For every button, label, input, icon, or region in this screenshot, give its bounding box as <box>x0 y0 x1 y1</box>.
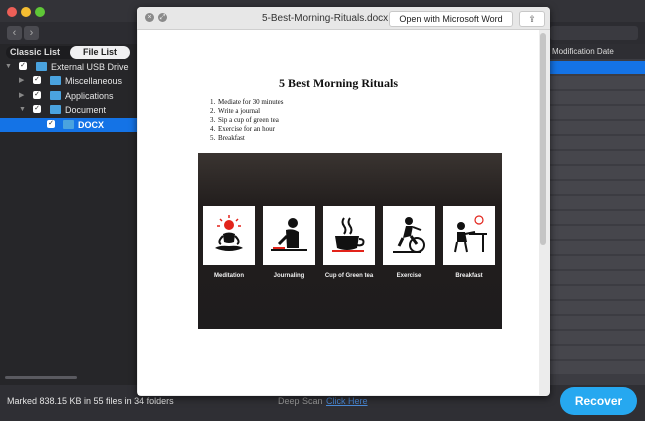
file-list-row[interactable] <box>549 166 645 179</box>
modification-date-column-header[interactable]: Modification Date <box>549 44 645 59</box>
tree-item-label: Miscellaneous <box>65 76 123 86</box>
tree-item-external-usb-drive[interactable]: ▼ ✓ External USB Drive <box>0 60 137 74</box>
rituals-banner-image: Meditation Journaling Cup of Green tea E… <box>198 153 502 329</box>
breakfast-card <box>443 206 495 265</box>
folder-icon <box>36 62 47 71</box>
file-list-row[interactable] <box>549 256 645 269</box>
forward-button[interactable]: › <box>24 26 39 40</box>
tree-item-label: DOCX <box>78 120 105 130</box>
file-list-row[interactable] <box>549 181 645 194</box>
view-mode-toggle: Classic List File List <box>6 46 130 59</box>
chevron-left-icon: ‹ <box>12 27 17 39</box>
exercise-bike-icon <box>393 217 425 253</box>
marked-status-text: Marked 838.15 KB in 55 files in 34 folde… <box>7 396 174 406</box>
card-label: Exercise <box>396 273 422 279</box>
sidebar-horizontal-scrollbar[interactable] <box>5 376 77 379</box>
tree-item-docx[interactable]: ✓ DOCX <box>0 118 137 132</box>
close-window-button[interactable] <box>7 7 17 17</box>
file-list-row[interactable] <box>549 286 645 299</box>
file-list-row[interactable] <box>549 91 645 104</box>
breakfast-icon <box>454 215 487 253</box>
quick-look-filename: 5-Best-Morning-Rituals.docx <box>262 13 389 24</box>
file-list-row-selected[interactable] <box>549 61 645 74</box>
journaling-icon <box>271 218 307 251</box>
disclosure-collapsed-icon[interactable]: ▶ <box>19 74 24 88</box>
file-list-row[interactable] <box>549 331 645 344</box>
tree-item-applications[interactable]: ▶ ✓ Applications <box>0 89 137 103</box>
tree-item-document[interactable]: ▼ ✓ Document <box>0 103 137 117</box>
quick-look-vertical-scrollbar[interactable] <box>540 33 546 245</box>
app-window: ‹ › Classic List File List ▼ ✓ External … <box>0 0 645 421</box>
file-list-row[interactable] <box>549 106 645 119</box>
quick-look-close-button[interactable]: × <box>145 13 154 22</box>
file-list-row[interactable] <box>549 241 645 254</box>
classic-list-tab[interactable]: Classic List <box>6 46 64 59</box>
disclosure-expanded-icon[interactable]: ▼ <box>19 103 26 117</box>
exercise-card <box>383 206 435 265</box>
file-list-row[interactable] <box>549 136 645 149</box>
file-list-row[interactable] <box>549 121 645 134</box>
tree-item-miscellaneous[interactable]: ▶ ✓ Miscellaneous <box>0 74 137 88</box>
card-label: Journaling <box>273 273 305 279</box>
file-list-row[interactable] <box>549 271 645 284</box>
tree-item-label: Document <box>65 105 107 115</box>
card-label: Breakfast <box>455 273 483 279</box>
list-item: 2. Write a journal <box>210 107 261 115</box>
card-label: Meditation <box>214 273 244 279</box>
file-list-tab[interactable]: File List <box>70 46 130 59</box>
checkbox-checked-icon[interactable]: ✓ <box>19 62 27 70</box>
quick-look-window: × ⤢ 5-Best-Morning-Rituals.docx Open wit… <box>137 7 550 396</box>
file-list-row[interactable] <box>549 196 645 209</box>
close-icon: × <box>147 14 152 21</box>
file-list-row[interactable] <box>549 226 645 239</box>
share-button[interactable]: ⇪ <box>519 11 545 27</box>
green-tea-card <box>323 206 375 265</box>
list-item: 4. Exercise for an hour <box>210 125 275 133</box>
open-with-word-button[interactable]: Open with Microsoft Word <box>389 11 513 27</box>
tea-cup-icon <box>332 217 365 252</box>
folder-icon <box>50 76 61 85</box>
card-label: Cup of Green tea <box>324 273 374 279</box>
folder-icon <box>63 120 74 129</box>
back-button[interactable]: ‹ <box>7 26 22 40</box>
ritual-list: 1. Mediate for 30 minutes 2. Write a journ… <box>210 98 284 143</box>
file-list-row[interactable] <box>549 361 645 374</box>
file-list-row[interactable] <box>549 316 645 329</box>
deep-scan-link[interactable]: Click Here <box>326 396 368 406</box>
list-item: 3. Sip a cup of green tea <box>210 116 279 124</box>
tree-item-label: External USB Drive <box>51 62 129 72</box>
document-preview: 5 Best Morning Rituals 1. Mediate for 30 … <box>138 30 539 395</box>
file-list-row[interactable] <box>549 151 645 164</box>
quick-look-fullscreen-button[interactable]: ⤢ <box>158 13 167 22</box>
file-list-row[interactable] <box>549 301 645 314</box>
folder-icon <box>50 91 61 100</box>
checkbox-checked-icon[interactable]: ✓ <box>47 120 55 128</box>
checkbox-checked-icon[interactable]: ✓ <box>33 76 41 84</box>
disclosure-expanded-icon[interactable]: ▼ <box>5 60 12 74</box>
chevron-right-icon: › <box>29 27 34 39</box>
disclosure-collapsed-icon[interactable]: ▶ <box>19 89 24 103</box>
checkbox-checked-icon[interactable]: ✓ <box>33 105 41 113</box>
tree-item-label: Applications <box>65 91 114 101</box>
fullscreen-icon: ⤢ <box>159 14 166 21</box>
file-list-row[interactable] <box>549 76 645 89</box>
meditation-icon <box>215 215 243 251</box>
list-item: 1. Mediate for 30 minutes <box>210 98 284 106</box>
zoom-window-button[interactable] <box>35 7 45 17</box>
folder-icon <box>50 105 61 114</box>
share-icon: ⇪ <box>528 14 536 24</box>
search-field[interactable] <box>550 26 638 40</box>
checkbox-checked-icon[interactable]: ✓ <box>33 91 41 99</box>
deep-scan-label: Deep Scan <box>278 396 323 406</box>
meditation-card <box>203 206 255 265</box>
quick-look-toolbar: × ⤢ 5-Best-Morning-Rituals.docx Open wit… <box>137 7 550 30</box>
file-list-row[interactable] <box>549 346 645 359</box>
file-list-row[interactable] <box>549 211 645 224</box>
document-title: 5 Best Morning Rituals <box>278 76 398 90</box>
recover-button[interactable]: Recover <box>560 387 637 415</box>
journaling-card <box>263 206 315 265</box>
minimize-window-button[interactable] <box>21 7 31 17</box>
list-item: 5. Breakfast <box>210 134 245 142</box>
